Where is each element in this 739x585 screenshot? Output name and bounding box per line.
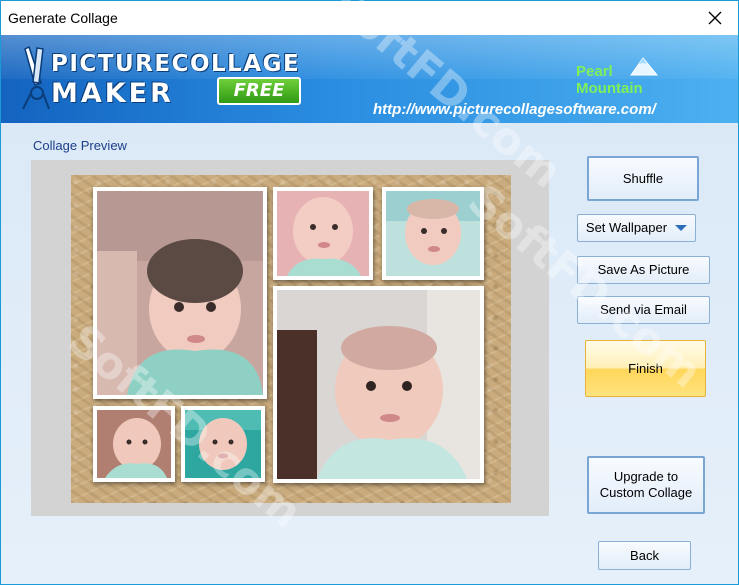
finish-button[interactable]: Finish (585, 340, 706, 397)
shuffle-button[interactable]: Shuffle (587, 156, 699, 201)
logo-text-line2: MAKER (51, 78, 174, 109)
baby-photo-image (185, 410, 261, 478)
collage-photo-6 (181, 406, 265, 482)
save-as-picture-button[interactable]: Save As Picture (577, 256, 710, 284)
collage-photo-3 (382, 187, 484, 280)
collage-photo-2 (273, 187, 373, 280)
baby-photo-image (277, 290, 480, 479)
baby-photo-image (97, 410, 171, 478)
chevron-down-icon (675, 225, 688, 231)
generate-collage-window: Generate Collage PICTURECOLLAGE MAKER FR… (0, 0, 739, 585)
back-button[interactable]: Back (598, 541, 691, 570)
set-wallpaper-dropdown[interactable]: Set Wallpaper (577, 214, 696, 242)
clothespin-logo-icon (22, 45, 50, 110)
close-button[interactable] (692, 1, 738, 35)
upgrade-button[interactable]: Upgrade to Custom Collage (587, 456, 705, 514)
collage-photo-1 (93, 187, 267, 399)
preview-label: Collage Preview (33, 138, 127, 153)
logo-text-line1: PICTURECOLLAGE (51, 51, 301, 77)
baby-photo-image (97, 191, 263, 395)
title-bar: Generate Collage (1, 1, 738, 35)
website-url: http://www.picturecollagesoftware.com/ (373, 101, 656, 118)
set-wallpaper-label: Set Wallpaper (585, 220, 668, 235)
send-via-email-button[interactable]: Send via Email (577, 296, 710, 324)
collage-photo-5 (93, 406, 175, 482)
window-title: Generate Collage (8, 10, 118, 26)
mountain-icon (630, 57, 659, 76)
baby-photo-image (277, 191, 369, 276)
product-banner: PICTURECOLLAGE MAKER FREE Pearl Mountain… (1, 35, 738, 123)
close-icon (708, 11, 722, 25)
collage-photo-4 (273, 286, 484, 483)
brand-name-line1: Pearl (576, 63, 613, 80)
baby-photo-image (386, 191, 480, 276)
brand-name-line2: Mountain (576, 80, 643, 97)
free-badge: FREE (217, 77, 301, 105)
